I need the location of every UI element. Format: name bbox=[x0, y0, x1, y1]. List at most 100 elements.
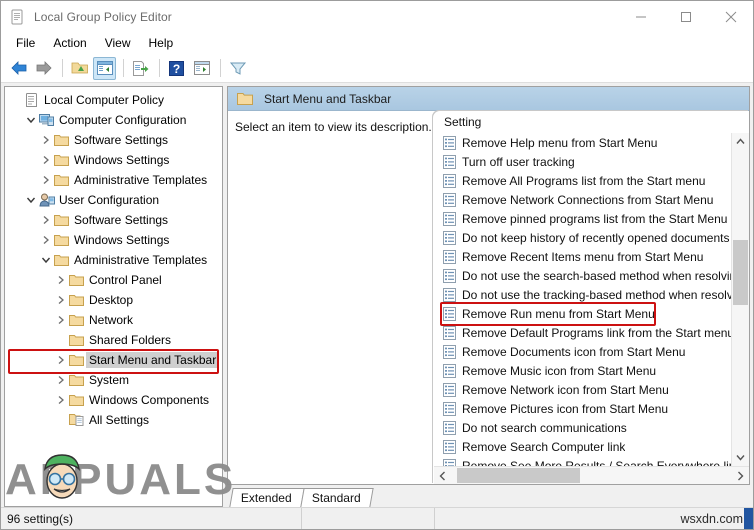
chevron-right-icon[interactable] bbox=[39, 210, 53, 230]
tree-node-windows-settings[interactable]: Windows Settings bbox=[5, 150, 222, 170]
setting-row[interactable]: Do not use the search-based method when … bbox=[434, 266, 749, 285]
chevron-right-icon[interactable] bbox=[54, 270, 68, 290]
folder-icon bbox=[53, 152, 70, 168]
export-list-icon[interactable] bbox=[129, 57, 152, 80]
setting-row[interactable]: Do not keep history of recently opened d… bbox=[434, 228, 749, 247]
show-hide-console-tree-icon[interactable] bbox=[93, 56, 116, 80]
chevron-right-icon[interactable] bbox=[54, 390, 68, 410]
chevron-down-icon[interactable] bbox=[39, 250, 53, 270]
setting-row-label: Remove See More Results / Search Everywh… bbox=[462, 458, 742, 467]
folder-icon bbox=[53, 212, 70, 228]
folder-icon bbox=[68, 292, 85, 308]
menu-view[interactable]: View bbox=[96, 34, 140, 52]
tree-node-local-computer-policy[interactable]: Local Computer Policy bbox=[5, 90, 222, 110]
maximize-button[interactable] bbox=[663, 1, 708, 32]
tree-node-all-settings[interactable]: All Settings bbox=[5, 410, 222, 430]
minimize-button[interactable] bbox=[618, 1, 663, 32]
setting-row[interactable]: Remove Default Programs link from the St… bbox=[434, 323, 749, 342]
scroll-left-icon[interactable] bbox=[434, 467, 451, 484]
status-setting-count: 96 setting(s) bbox=[7, 511, 74, 526]
setting-row[interactable]: Do not use the tracking-based method whe… bbox=[434, 285, 749, 304]
setting-row[interactable]: Remove Network Connections from Start Me… bbox=[434, 190, 749, 209]
setting-row-label: Remove Network Connections from Start Me… bbox=[462, 192, 714, 207]
result-pane-title: Start Menu and Taskbar bbox=[264, 91, 392, 106]
setting-row[interactable]: Remove Help menu from Start Menu bbox=[434, 133, 749, 152]
result-pane-header: Start Menu and Taskbar bbox=[228, 87, 749, 111]
setting-row[interactable]: Remove Music icon from Start Menu bbox=[434, 361, 749, 380]
chevron-right-icon[interactable] bbox=[54, 350, 68, 370]
status-bar: 96 setting(s) wsxdn.com bbox=[1, 507, 753, 529]
setting-row[interactable]: Remove Recent Items menu from Start Menu bbox=[434, 247, 749, 266]
chevron-right-icon[interactable] bbox=[54, 290, 68, 310]
chevron-right-icon[interactable] bbox=[39, 130, 53, 150]
result-pane-body: Select an item to view its description. … bbox=[228, 111, 749, 484]
setting-row[interactable]: Remove See More Results / Search Everywh… bbox=[434, 456, 749, 466]
tree-node-label: Windows Settings bbox=[74, 153, 170, 167]
scroll-up-icon[interactable] bbox=[732, 133, 749, 150]
setting-row-label: Do not use the search-based method when … bbox=[462, 268, 743, 283]
horizontal-scroll-track[interactable] bbox=[451, 467, 732, 484]
setting-row[interactable]: Remove Documents icon from Start Menu bbox=[434, 342, 749, 361]
tab-extended[interactable]: Extended bbox=[229, 488, 305, 507]
chevron-right-icon[interactable] bbox=[54, 370, 68, 390]
setting-row[interactable]: Remove Run menu from Start Menu bbox=[434, 304, 749, 323]
setting-row-label: Remove Recent Items menu from Start Menu bbox=[462, 249, 704, 264]
tab-standard[interactable]: Standard bbox=[300, 488, 374, 507]
setting-row[interactable]: Remove Network icon from Start Menu bbox=[434, 380, 749, 399]
scroll-down-icon[interactable] bbox=[732, 449, 749, 466]
chevron-right-icon[interactable] bbox=[39, 230, 53, 250]
folder-icon bbox=[53, 252, 70, 268]
tree-node-network[interactable]: Network bbox=[5, 310, 222, 330]
close-button[interactable] bbox=[708, 1, 753, 32]
tree-node-windows-components[interactable]: Windows Components bbox=[5, 390, 222, 410]
up-folder-icon[interactable] bbox=[68, 57, 91, 80]
menu-help[interactable]: Help bbox=[140, 34, 183, 52]
tree-node-shared-folders[interactable]: Shared Folders bbox=[5, 330, 222, 350]
filter-icon[interactable] bbox=[226, 57, 249, 80]
chevron-right-icon[interactable] bbox=[39, 150, 53, 170]
tree-node-user-configuration[interactable]: User Configuration bbox=[5, 190, 222, 210]
tree-node-start-menu-and-taskbar[interactable]: Start Menu and Taskbar bbox=[5, 350, 222, 370]
tree-node-administrative-templates[interactable]: Administrative Templates bbox=[5, 170, 222, 190]
app-window: Local Group Policy Editor File Action Vi… bbox=[0, 0, 754, 530]
forward-arrow-icon[interactable] bbox=[32, 57, 55, 80]
policy-setting-icon bbox=[443, 325, 456, 340]
setting-row[interactable]: Remove All Programs list from the Start … bbox=[434, 171, 749, 190]
chevron-down-icon[interactable] bbox=[24, 190, 38, 210]
tree-node-control-panel[interactable]: Control Panel bbox=[5, 270, 222, 290]
chevron-none bbox=[54, 330, 68, 350]
vertical-scroll-thumb[interactable] bbox=[733, 239, 748, 306]
tree-node-computer-configuration[interactable]: Computer Configuration bbox=[5, 110, 222, 130]
settings-list-pane: Setting Remove Help menu from Start Menu… bbox=[433, 111, 749, 484]
tree-node-software-settings[interactable]: Software Settings bbox=[5, 130, 222, 150]
tree-node-windows-settings[interactable]: Windows Settings bbox=[5, 230, 222, 250]
horizontal-scroll-thumb[interactable] bbox=[456, 468, 581, 483]
console-tree-pane[interactable]: Local Computer Policy Computer Configurat… bbox=[4, 86, 223, 507]
tree-node-desktop[interactable]: Desktop bbox=[5, 290, 222, 310]
chevron-down-icon[interactable] bbox=[24, 110, 38, 130]
settings-list-rows[interactable]: Remove Help menu from Start Menu Turn off… bbox=[434, 133, 749, 466]
setting-row[interactable]: Remove Search Computer link bbox=[434, 437, 749, 456]
vertical-scroll-track[interactable] bbox=[732, 150, 749, 449]
menu-file[interactable]: File bbox=[7, 34, 44, 52]
tree-node-system[interactable]: System bbox=[5, 370, 222, 390]
horizontal-scrollbar[interactable] bbox=[434, 466, 749, 484]
folder-icon bbox=[237, 92, 253, 106]
vertical-scrollbar[interactable] bbox=[731, 133, 749, 466]
chevron-right-icon[interactable] bbox=[39, 170, 53, 190]
tree-node-software-settings[interactable]: Software Settings bbox=[5, 210, 222, 230]
tree-node-administrative-templates[interactable]: Administrative Templates bbox=[5, 250, 222, 270]
menu-action[interactable]: Action bbox=[44, 34, 95, 52]
show-action-pane-icon[interactable] bbox=[190, 57, 213, 80]
column-header-setting[interactable]: Setting bbox=[434, 111, 749, 133]
policy-setting-icon bbox=[443, 287, 456, 302]
setting-row[interactable]: Remove pinned programs list from the Sta… bbox=[434, 209, 749, 228]
help-icon[interactable]: ? bbox=[165, 57, 188, 80]
chevron-right-icon[interactable] bbox=[54, 310, 68, 330]
content-area: Local Computer Policy Computer Configurat… bbox=[1, 83, 753, 507]
setting-row[interactable]: Remove Pictures icon from Start Menu bbox=[434, 399, 749, 418]
scroll-right-icon[interactable] bbox=[732, 467, 749, 484]
setting-row[interactable]: Turn off user tracking bbox=[434, 152, 749, 171]
setting-row[interactable]: Do not search communications bbox=[434, 418, 749, 437]
back-arrow-icon[interactable] bbox=[7, 57, 30, 80]
